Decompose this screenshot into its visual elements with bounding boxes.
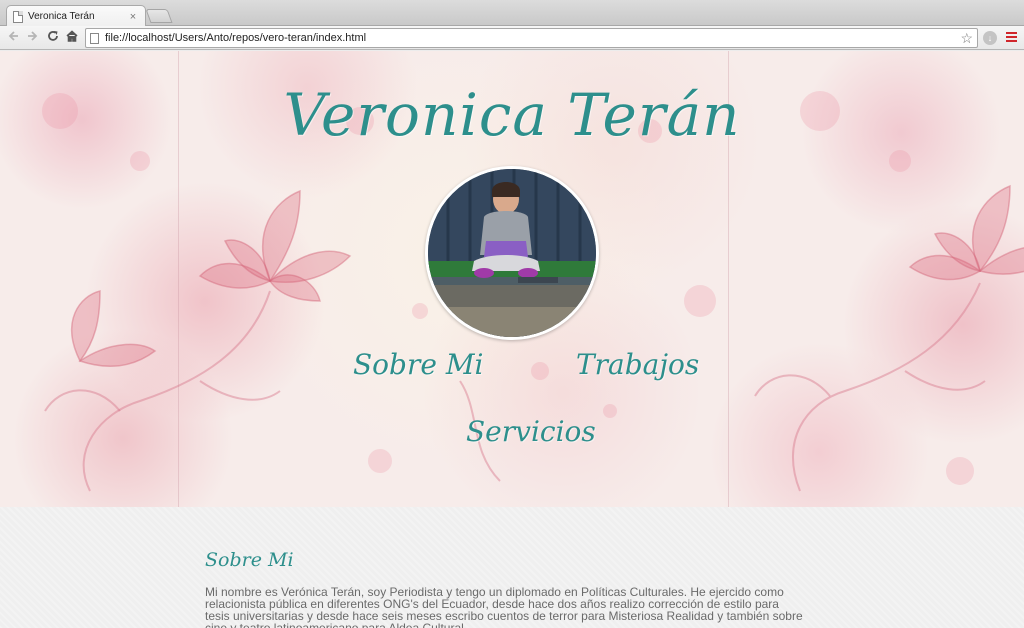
tab-strip: Veronica Terán × [0,0,1024,27]
nav-link-sobre-mi[interactable]: Sobre Mi [353,348,483,381]
site-title: Veronica Terán [283,81,741,149]
page-viewport: Veronica Terán Sobre Mi Trabajos Servici… [0,51,1024,628]
page-icon [13,10,23,23]
tab-title: Veronica Terán [28,11,95,22]
hero-section: Veronica Terán Sobre Mi Trabajos Servici… [0,51,1024,507]
about-section: Sobre Mi Mi nombre es Verónica Terán, so… [0,507,1024,628]
home-icon[interactable] [63,29,81,47]
back-icon[interactable] [4,29,22,47]
address-bar[interactable]: file://localhost/Users/Anto/repos/vero-t… [85,28,978,48]
profile-photo [425,166,599,340]
tab-close-icon[interactable]: × [127,11,139,23]
bookmark-star-icon[interactable]: ☆ [960,30,973,47]
new-tab-button[interactable] [145,9,173,23]
nav-link-trabajos[interactable]: Trabajos [576,348,699,381]
forward-icon[interactable] [24,29,42,47]
about-text: Mi nombre es Verónica Terán, soy Periodi… [205,585,803,628]
hamburger-menu-icon[interactable] [1006,32,1017,44]
browser-toolbar: file://localhost/Users/Anto/repos/vero-t… [0,26,1024,50]
url-text[interactable]: file://localhost/Users/Anto/repos/vero-t… [105,32,960,44]
extension-icon[interactable]: ↓ [983,31,997,45]
browser-tab[interactable]: Veronica Terán × [6,5,146,27]
about-heading: Sobre Mi [205,549,294,571]
nav-link-servicios[interactable]: Servicios [466,415,596,448]
page-icon [90,32,99,44]
reload-icon[interactable] [44,29,62,47]
